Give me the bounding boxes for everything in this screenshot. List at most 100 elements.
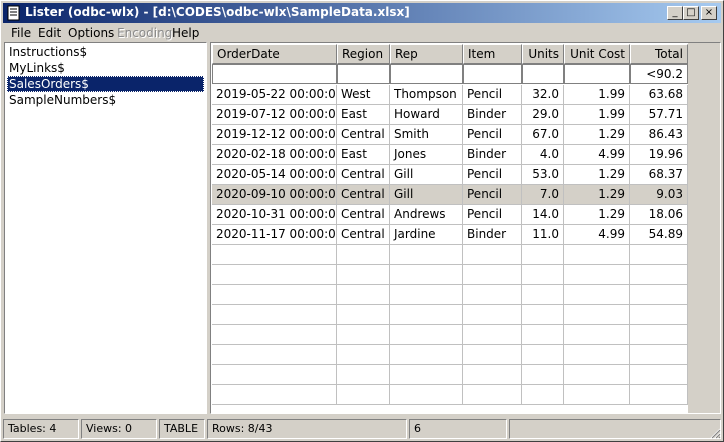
filter-input[interactable] xyxy=(564,64,630,84)
table-cell[interactable]: Gill xyxy=(390,185,463,205)
table-cell[interactable]: Binder xyxy=(463,225,522,245)
menu-edit[interactable]: Edit xyxy=(38,26,61,40)
filter-input[interactable] xyxy=(212,64,337,84)
filter-input[interactable] xyxy=(337,64,390,84)
table-cell xyxy=(630,305,688,325)
table-cell[interactable]: Central xyxy=(337,205,390,225)
table-cell[interactable]: Pencil xyxy=(463,185,522,205)
table-cell[interactable]: 2019-05-22 00:00:00 xyxy=(212,85,337,105)
table-cell xyxy=(522,385,564,405)
table-cell[interactable]: Howard xyxy=(390,105,463,125)
table-cell xyxy=(630,265,688,285)
table-cell[interactable]: 67.0 xyxy=(522,125,564,145)
table-cell[interactable]: 1.29 xyxy=(564,185,630,205)
maximize-button[interactable]: □ xyxy=(683,6,699,20)
minimize-button[interactable]: _ xyxy=(667,6,683,20)
table-cell xyxy=(337,305,390,325)
filter-input[interactable]: <90.2 xyxy=(630,64,688,84)
table-cell[interactable]: 9.03 xyxy=(630,185,688,205)
filter-input[interactable] xyxy=(390,64,463,84)
table-cell[interactable]: Pencil xyxy=(463,85,522,105)
table-cell[interactable]: East xyxy=(337,105,390,125)
table-cell[interactable]: 1.99 xyxy=(564,105,630,125)
menu-help[interactable]: Help xyxy=(172,26,199,40)
table-cell[interactable]: 32.0 xyxy=(522,85,564,105)
table-cell[interactable]: 4.99 xyxy=(564,145,630,165)
table-cell xyxy=(522,325,564,345)
filter-input[interactable] xyxy=(463,64,522,84)
table-cell[interactable]: Central xyxy=(337,165,390,185)
list-item[interactable]: Instructions$ xyxy=(7,44,204,60)
table-cell[interactable]: 1.99 xyxy=(564,85,630,105)
filter-input[interactable] xyxy=(522,64,564,84)
table-cell[interactable]: 4.0 xyxy=(522,145,564,165)
table-cell[interactable]: 54.89 xyxy=(630,225,688,245)
window-title: Lister (odbc-wlx) - [d:\CODES\odbc-wlx\S… xyxy=(25,5,410,19)
table-cell xyxy=(564,385,630,405)
table-cell[interactable]: 29.0 xyxy=(522,105,564,125)
list-item-selected[interactable]: SalesOrders$ xyxy=(7,76,204,92)
table-cell[interactable]: 18.06 xyxy=(630,205,688,225)
table-cell[interactable]: 57.71 xyxy=(630,105,688,125)
table-cell xyxy=(212,245,337,265)
table-cell[interactable]: Binder xyxy=(463,105,522,125)
table-cell[interactable]: Central xyxy=(337,225,390,245)
menu-options[interactable]: Options xyxy=(68,26,114,40)
resize-grip-icon[interactable] xyxy=(709,427,721,439)
menu-file[interactable]: File xyxy=(11,26,31,40)
table-cell[interactable]: 53.0 xyxy=(522,165,564,185)
table-cell[interactable]: 68.37 xyxy=(630,165,688,185)
table-cell[interactable]: 2020-09-10 00:00:00 xyxy=(212,185,337,205)
table-cell[interactable]: 2020-10-31 00:00:00 xyxy=(212,205,337,225)
table-cell[interactable]: 2020-05-14 00:00:00 xyxy=(212,165,337,185)
title-bar[interactable]: Lister (odbc-wlx) - [d:\CODES\odbc-wlx\S… xyxy=(3,3,721,23)
table-cell[interactable]: 86.43 xyxy=(630,125,688,145)
status-rows: Rows: 8/43 xyxy=(207,419,407,439)
table-cell xyxy=(390,385,463,405)
menu-encoding[interactable]: Encoding xyxy=(117,26,172,40)
table-cell[interactable]: Central xyxy=(337,185,390,205)
table-cell[interactable]: 2020-11-17 00:00:00 xyxy=(212,225,337,245)
table-cell[interactable]: Andrews xyxy=(390,205,463,225)
table-cell[interactable]: Smith xyxy=(390,125,463,145)
table-cell[interactable]: West xyxy=(337,85,390,105)
list-item[interactable]: SampleNumbers$ xyxy=(7,92,204,108)
table-cell[interactable]: Gill xyxy=(390,165,463,185)
column-header[interactable]: OrderDate xyxy=(212,44,337,64)
table-cell[interactable]: 19.96 xyxy=(630,145,688,165)
table-cell[interactable]: East xyxy=(337,145,390,165)
table-cell[interactable]: 2020-02-18 00:00:00 xyxy=(212,145,337,165)
table-cell[interactable]: 63.68 xyxy=(630,85,688,105)
list-item[interactable]: MyLinks$ xyxy=(7,60,204,76)
table-cell[interactable]: 4.99 xyxy=(564,225,630,245)
table-cell xyxy=(463,285,522,305)
tables-list[interactable]: Instructions$ MyLinks$ SalesOrders$ Samp… xyxy=(4,42,207,414)
data-grid[interactable]: OrderDate Region Rep Item Units Unit Cost Tota… xyxy=(210,42,721,414)
table-cell[interactable]: Binder xyxy=(463,145,522,165)
table-cell[interactable]: 14.0 xyxy=(522,205,564,225)
table-cell[interactable]: 2019-07-12 00:00:00 xyxy=(212,105,337,125)
table-cell[interactable]: 11.0 xyxy=(522,225,564,245)
table-cell xyxy=(630,345,688,365)
table-cell[interactable]: 1.29 xyxy=(564,165,630,185)
table-cell[interactable]: Pencil xyxy=(463,165,522,185)
app-icon xyxy=(7,5,20,21)
table-cell[interactable]: 7.0 xyxy=(522,185,564,205)
table-cell[interactable]: 2019-12-12 00:00:00 xyxy=(212,125,337,145)
table-cell[interactable]: Jones xyxy=(390,145,463,165)
table-cell[interactable]: Thompson xyxy=(390,85,463,105)
table-cell[interactable]: Pencil xyxy=(463,125,522,145)
table-cell[interactable]: 1.29 xyxy=(564,205,630,225)
column-header[interactable]: Rep xyxy=(390,44,463,64)
column-header[interactable]: Units xyxy=(522,44,564,64)
table-cell xyxy=(212,345,337,365)
column-header[interactable]: Unit Cost xyxy=(564,44,630,64)
column-header[interactable]: Region xyxy=(337,44,390,64)
close-button[interactable]: × xyxy=(701,6,717,20)
table-cell[interactable]: Jardine xyxy=(390,225,463,245)
column-header[interactable]: Total xyxy=(630,44,688,64)
column-header[interactable]: Item xyxy=(463,44,522,64)
table-cell[interactable]: Central xyxy=(337,125,390,145)
table-cell[interactable]: 1.29 xyxy=(564,125,630,145)
table-cell[interactable]: Pencil xyxy=(463,205,522,225)
